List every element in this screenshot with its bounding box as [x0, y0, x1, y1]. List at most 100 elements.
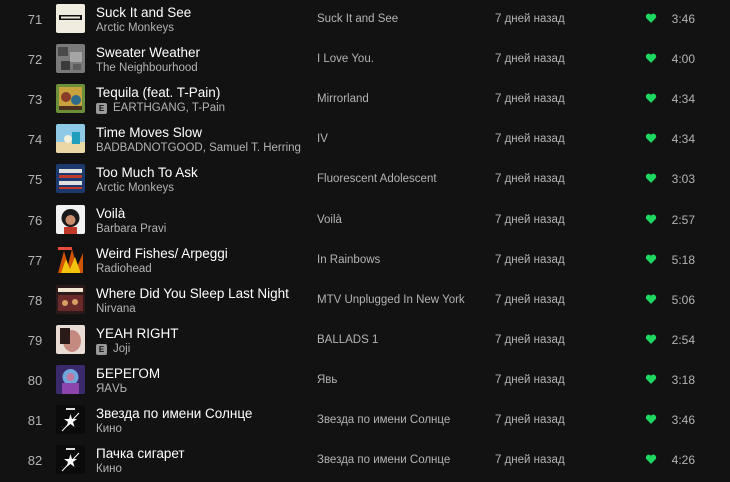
- track-number: 79: [27, 333, 43, 348]
- track-artist[interactable]: Nirvana: [96, 303, 136, 315]
- track-date-added: 7 дней назад: [495, 254, 565, 266]
- album-cover: [56, 4, 85, 33]
- track-artist[interactable]: Radiohead: [96, 263, 152, 275]
- track-album[interactable]: IV: [317, 133, 328, 145]
- track-album[interactable]: BALLADS 1: [317, 334, 378, 346]
- track-number: 77: [27, 253, 43, 268]
- heart-icon[interactable]: [645, 333, 657, 345]
- track-title[interactable]: Пачка сигарет: [96, 446, 185, 461]
- track-row[interactable]: 79 YEAH RIGHT E Joji BALLADS 1 7 дней на…: [0, 321, 730, 361]
- album-cover: [56, 124, 85, 153]
- track-artist[interactable]: Arctic Monkeys: [96, 182, 174, 194]
- heart-icon[interactable]: [645, 52, 657, 64]
- track-duration: 4:00: [671, 52, 695, 66]
- track-number: 74: [27, 132, 43, 147]
- track-artist[interactable]: Arctic Monkeys: [96, 22, 174, 34]
- track-number: 75: [27, 172, 43, 187]
- track-date-added: 7 дней назад: [495, 53, 565, 65]
- track-album[interactable]: Звезда по имени Солнце: [317, 454, 450, 466]
- track-title[interactable]: Sweater Weather: [96, 45, 200, 60]
- explicit-badge: E: [96, 343, 107, 355]
- album-cover: [56, 405, 85, 434]
- track-number: 80: [27, 373, 43, 388]
- track-artist[interactable]: ЯАVЬ: [96, 383, 127, 395]
- album-cover: [56, 285, 85, 314]
- track-artist[interactable]: BADBADNOTGOOD, Samuel T. Herring: [96, 142, 301, 154]
- track-number: 71: [27, 12, 43, 27]
- track-title[interactable]: Voilà: [96, 206, 125, 221]
- track-duration: 3:18: [671, 373, 695, 387]
- track-title[interactable]: Tequila (feat. T-Pain): [96, 85, 220, 100]
- track-row[interactable]: 80 БЕРЕГОМ ЯАVЬ Явь 7 дней назад 3:18: [0, 361, 730, 401]
- track-date-added: 7 дней назад: [495, 374, 565, 386]
- album-cover: [56, 44, 85, 73]
- track-date-added: 7 дней назад: [495, 173, 565, 185]
- track-artist-line: BADBADNOTGOOD, Samuel T. Herring: [96, 142, 301, 154]
- track-duration: 3:46: [671, 12, 695, 26]
- track-title[interactable]: Time Moves Slow: [96, 125, 202, 140]
- track-duration: 3:03: [671, 172, 695, 186]
- heart-icon[interactable]: [645, 213, 657, 225]
- album-cover: [56, 205, 85, 234]
- track-number: 73: [27, 92, 43, 107]
- track-title[interactable]: Weird Fishes/ Arpeggi: [96, 246, 228, 261]
- heart-icon[interactable]: [645, 453, 657, 465]
- track-row[interactable]: 82 Пачка сигарет Кино Звезда по имени Со…: [0, 441, 730, 481]
- track-artist[interactable]: Кино: [96, 463, 122, 475]
- heart-icon[interactable]: [645, 132, 657, 144]
- track-artist[interactable]: Joji: [113, 343, 130, 355]
- track-album[interactable]: Звезда по имени Солнце: [317, 414, 450, 426]
- heart-icon[interactable]: [645, 373, 657, 385]
- track-date-added: 7 дней назад: [495, 294, 565, 306]
- track-artist[interactable]: EARTHGANG, T-Pain: [113, 102, 225, 114]
- track-album[interactable]: In Rainbows: [317, 254, 380, 266]
- album-cover: [56, 445, 85, 474]
- track-artist-line: Nirvana: [96, 303, 136, 315]
- track-row[interactable]: 73 Tequila (feat. T-Pain) E EARTHGANG, T…: [0, 80, 730, 120]
- track-row[interactable]: 71 Suck It and See Arctic Monkeys Suck I…: [0, 0, 730, 40]
- track-date-added: 7 дней назад: [495, 454, 565, 466]
- track-row[interactable]: 81 Звезда по имени Солнце Кино Звезда по…: [0, 401, 730, 441]
- track-album[interactable]: MTV Unplugged In New York: [317, 294, 465, 306]
- track-artist[interactable]: Barbara Pravi: [96, 223, 166, 235]
- track-artist-line: The Neighbourhood: [96, 62, 198, 74]
- track-title[interactable]: Too Much To Ask: [96, 165, 198, 180]
- track-date-added: 7 дней назад: [495, 93, 565, 105]
- track-title[interactable]: Звезда по имени Солнце: [96, 406, 252, 421]
- track-row[interactable]: 72 Sweater Weather The Neighbourhood I L…: [0, 40, 730, 80]
- track-row[interactable]: 74 Time Moves Slow BADBADNOTGOOD, Samuel…: [0, 120, 730, 160]
- track-album[interactable]: I Love You.: [317, 53, 374, 65]
- track-artist-line: Кино: [96, 463, 122, 475]
- track-row[interactable]: 78 Where Did You Sleep Last Night Nirvan…: [0, 281, 730, 321]
- track-artist[interactable]: The Neighbourhood: [96, 62, 198, 74]
- track-number: 82: [27, 453, 43, 468]
- track-duration: 5:18: [671, 253, 695, 267]
- explicit-badge: E: [96, 102, 107, 114]
- track-title[interactable]: YEAH RIGHT: [96, 326, 179, 341]
- track-title[interactable]: Suck It and See: [96, 5, 191, 20]
- track-row[interactable]: 77 Weird Fishes/ Arpeggi Radiohead In Ra…: [0, 241, 730, 281]
- heart-icon[interactable]: [645, 92, 657, 104]
- heart-icon[interactable]: [645, 253, 657, 265]
- track-row[interactable]: 76 Voilà Barbara Pravi Voilà 7 дней наза…: [0, 201, 730, 241]
- track-album[interactable]: Fluorescent Adolescent: [317, 173, 437, 185]
- heart-icon[interactable]: [645, 172, 657, 184]
- track-number: 76: [27, 213, 43, 228]
- heart-icon[interactable]: [645, 293, 657, 305]
- track-duration: 3:46: [671, 413, 695, 427]
- track-row[interactable]: 75 Too Much To Ask Arctic Monkeys Fluore…: [0, 160, 730, 200]
- album-cover: [56, 84, 85, 113]
- album-cover: [56, 325, 85, 354]
- track-artist-line: E Joji: [96, 343, 130, 355]
- heart-icon[interactable]: [645, 12, 657, 24]
- track-album[interactable]: Mirrorland: [317, 93, 369, 105]
- track-artist[interactable]: Кино: [96, 423, 122, 435]
- track-artist-line: Radiohead: [96, 263, 152, 275]
- track-album[interactable]: Voilà: [317, 214, 342, 226]
- heart-icon[interactable]: [645, 413, 657, 425]
- track-album[interactable]: Suck It and See: [317, 13, 398, 25]
- track-title[interactable]: БЕРЕГОМ: [96, 366, 160, 381]
- track-album[interactable]: Явь: [317, 374, 337, 386]
- track-artist-line: Кино: [96, 423, 122, 435]
- track-title[interactable]: Where Did You Sleep Last Night: [96, 286, 289, 301]
